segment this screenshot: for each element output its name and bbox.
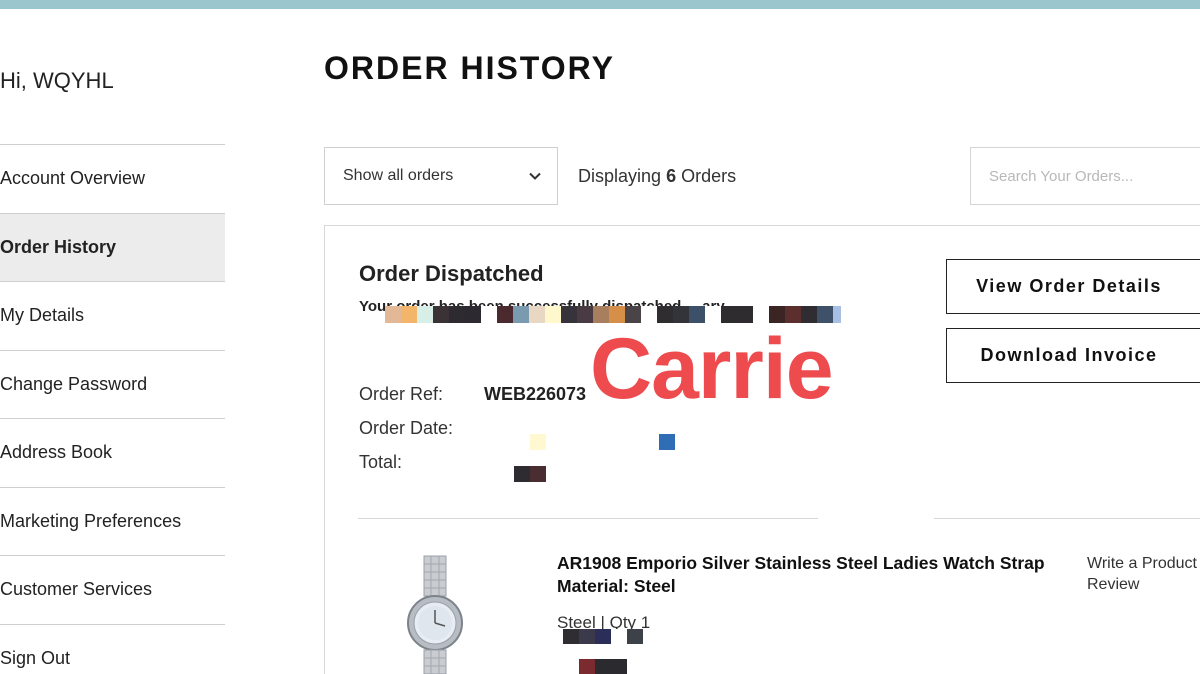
sidebar-item-address-book[interactable]: Address Book (0, 418, 225, 487)
section-divider (358, 518, 1200, 519)
sidebar-item-sign-out[interactable]: Sign Out (0, 623, 225, 674)
order-count-value: 6 (666, 166, 677, 186)
order-count-suffix: Orders (681, 166, 737, 186)
watch-product-image (407, 555, 463, 674)
sidebar-item-change-password[interactable]: Change Password (0, 349, 225, 419)
order-date-label: Order Date: (359, 418, 454, 438)
order-count-text: Displaying 6 Orders (578, 166, 736, 187)
sidebar-item-account-overview[interactable]: Account Overview (0, 144, 225, 213)
view-order-details-button[interactable]: View Order Details (946, 259, 1200, 314)
account-sidebar: Account Overview Order History My Detail… (0, 144, 225, 674)
order-filter-select[interactable]: Show all orders (324, 147, 558, 205)
order-status-heading: Order Dispatched (359, 261, 544, 286)
redaction-block (530, 434, 546, 450)
redaction-block (659, 434, 675, 450)
sidebar-item-customer-services[interactable]: Customer Services (0, 555, 225, 624)
sidebar-item-label: Sign Out (0, 647, 71, 668)
product-title[interactable]: AR1908 Emporio Silver Stainless Steel La… (557, 552, 1057, 598)
account-greeting: Hi, WQYHL (0, 68, 114, 93)
page-title: ORDER HISTORY (324, 50, 615, 86)
sidebar-item-marketing-preferences[interactable]: Marketing Preferences (0, 486, 225, 556)
order-search-input[interactable] (970, 147, 1200, 205)
watermark-overlay-text: Carrie (590, 321, 834, 417)
sidebar-item-label: Marketing Preferences (0, 510, 182, 531)
redaction-block (514, 466, 546, 482)
order-count-prefix: Displaying (578, 166, 662, 186)
download-invoice-button[interactable]: Download Invoice (946, 328, 1200, 383)
divider-gap (818, 515, 934, 521)
sidebar-item-label: Change Password (0, 373, 148, 394)
write-product-review-link[interactable]: Write a Product Review (1087, 553, 1200, 595)
sidebar-item-label: Customer Services (0, 579, 153, 600)
chevron-down-icon (529, 172, 541, 180)
order-filter-value: Show all orders (343, 167, 454, 184)
top-banner-strip (0, 0, 1200, 9)
redaction-block (563, 629, 643, 644)
order-ref-value: WEB226073 (484, 384, 587, 404)
order-ref-label: Order Ref: (359, 384, 444, 404)
sidebar-item-label: Address Book (0, 442, 113, 463)
sidebar-item-label: Account Overview (0, 168, 146, 189)
sidebar-item-order-history[interactable]: Order History (0, 212, 225, 281)
sidebar-item-label: My Details (0, 305, 85, 326)
order-total-label: Total: (359, 452, 403, 472)
sidebar-item-my-details[interactable]: My Details (0, 281, 225, 350)
redaction-block (579, 659, 627, 674)
sidebar-item-label: Order History (0, 236, 117, 257)
